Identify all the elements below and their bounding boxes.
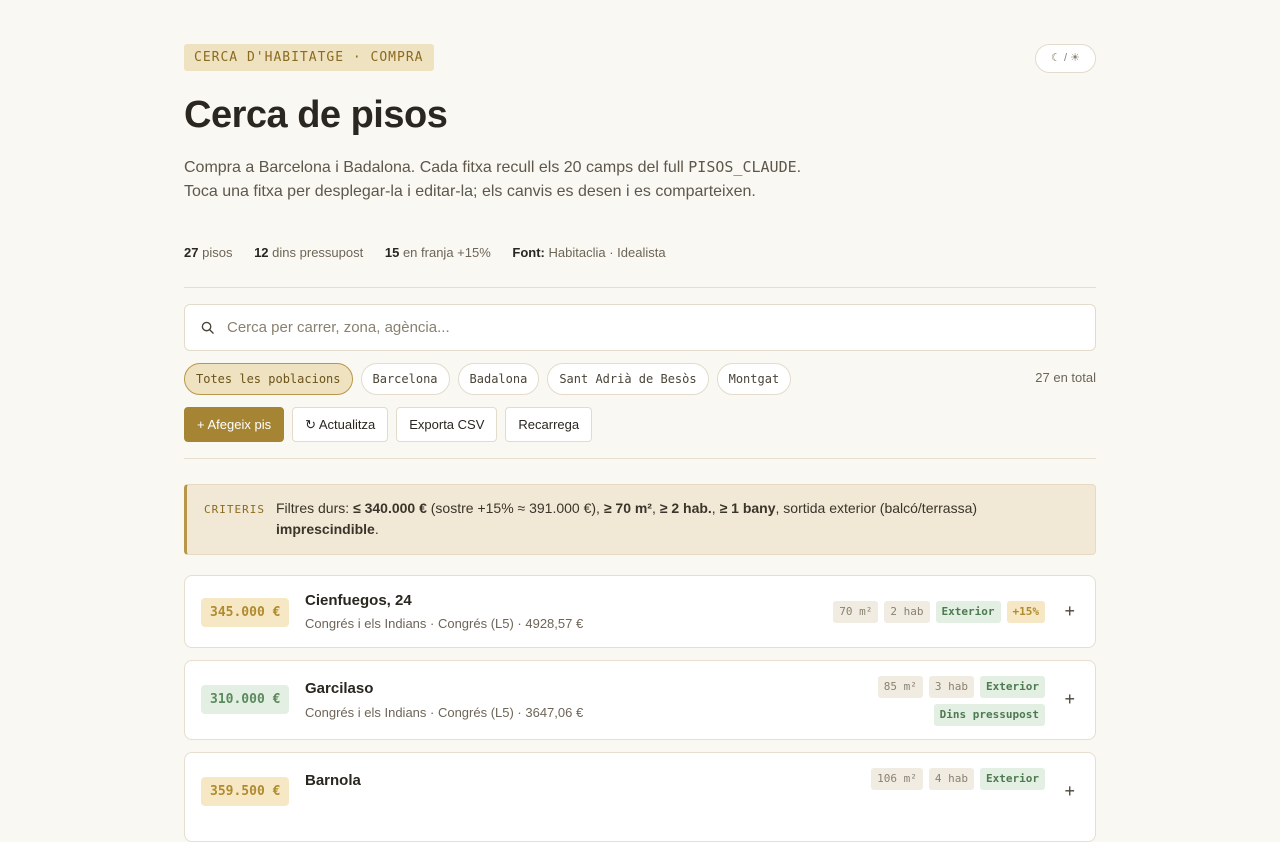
plus-icon[interactable]: + (1064, 689, 1075, 710)
search-input[interactable] (227, 305, 1077, 350)
description-text: Compra a Barcelona i Badalona. Cada fitx… (184, 159, 689, 176)
sheet-name: PISOS_CLAUDE (688, 158, 797, 176)
tag-area: 70 m² (833, 601, 879, 623)
search-box[interactable] (184, 304, 1096, 351)
add-listing-button[interactable]: + Afegeix pis (184, 407, 285, 442)
tag-area: 106 m² (871, 768, 923, 790)
total-count: 27 en total (1035, 370, 1096, 385)
page-title: Cerca de pisos (184, 94, 448, 136)
tag-rooms: 4 hab (928, 768, 975, 790)
listing-meta: Congrés i els Indians · Congrés (L5) · 3… (305, 705, 584, 720)
tag-rooms: 3 hab (928, 676, 975, 698)
tag-area: 85 m² (877, 676, 923, 698)
export-csv-button[interactable]: Exporta CSV (396, 407, 498, 442)
stat-pisos: 27 pisos (184, 245, 233, 260)
listing-tags: 106 m² 4 hab Exterior (845, 768, 1045, 790)
filter-chip-montgat[interactable]: Montgat (716, 363, 792, 395)
criteria-callout: CRITERIS Filtres durs: ≤ 340.000 € (sost… (184, 484, 1096, 555)
stat-budget: 12 dins pressupost (254, 245, 364, 260)
filter-chip-barcelona[interactable]: Barcelona (360, 363, 450, 395)
reload-button[interactable]: Recarrega (505, 407, 593, 442)
tag-in-budget: Dins pressupost (933, 704, 1045, 726)
listing-address: Barnola (305, 772, 361, 789)
filter-chip-badalona[interactable]: Badalona (457, 363, 540, 395)
listing-address: Garcilaso (305, 680, 374, 697)
listing-card[interactable]: 359.500 € Barnola 106 m² 4 hab Exterior … (184, 752, 1096, 842)
listing-card[interactable]: 345.000 € Cienfuegos, 24 Congrés i els I… (184, 575, 1096, 648)
stat-source: Font: Habitaclia · Idealista (512, 245, 666, 260)
listing-price: 345.000 € (201, 598, 290, 627)
filter-chip-sant-adria[interactable]: Sant Adrià de Besòs (547, 363, 709, 395)
tag-exterior: Exterior (980, 768, 1045, 790)
action-bar: + Afegeix pis ↻ Actualitza Exporta CSV R… (184, 407, 593, 442)
tag-exterior: Exterior (935, 601, 1001, 623)
tag-exterior: Exterior (980, 676, 1045, 698)
refresh-button[interactable]: ↻ Actualitza (292, 407, 389, 442)
criteria-tag: CRITERIS (204, 503, 265, 516)
summary-stats: 27 pisos 12 dins pressupost 15 en franja… (184, 245, 684, 260)
listing-tags: 85 m² 3 hab Exterior Dins pressupost (855, 676, 1045, 726)
listing-address: Cienfuegos, 24 (305, 592, 412, 609)
stat-range: 15 en franja +15% (384, 245, 491, 260)
listing-meta: Congrés i els Indians · Congrés (L5) · 4… (305, 616, 584, 631)
town-filters: Totes les poblacions Barcelona Badalona … (184, 363, 792, 395)
tag-range: +15% (1006, 601, 1045, 623)
listing-tags: 70 m² 2 hab Exterior +15% (833, 601, 1045, 623)
divider (184, 287, 1096, 288)
listing-price: 310.000 € (201, 685, 290, 714)
divider (184, 458, 1096, 459)
plus-icon[interactable]: + (1064, 601, 1075, 622)
plus-icon[interactable]: + (1064, 781, 1075, 802)
criteria-text: Filtres durs: ≤ 340.000 € (sostre +15% ≈… (276, 500, 978, 537)
listing-card[interactable]: 310.000 € Garcilaso Congrés i els Indian… (184, 660, 1096, 740)
page-description: Compra a Barcelona i Badalona. Cada fitx… (184, 155, 804, 204)
search-icon (201, 321, 214, 334)
theme-toggle-button[interactable]: ☾ / ☀ (1035, 44, 1096, 73)
listing-price: 359.500 € (201, 777, 290, 806)
page-eyebrow: CERCA D'HABITATGE · COMPRA (184, 44, 434, 71)
tag-rooms: 2 hab (884, 601, 930, 623)
filter-chip-all[interactable]: Totes les poblacions (184, 363, 353, 395)
